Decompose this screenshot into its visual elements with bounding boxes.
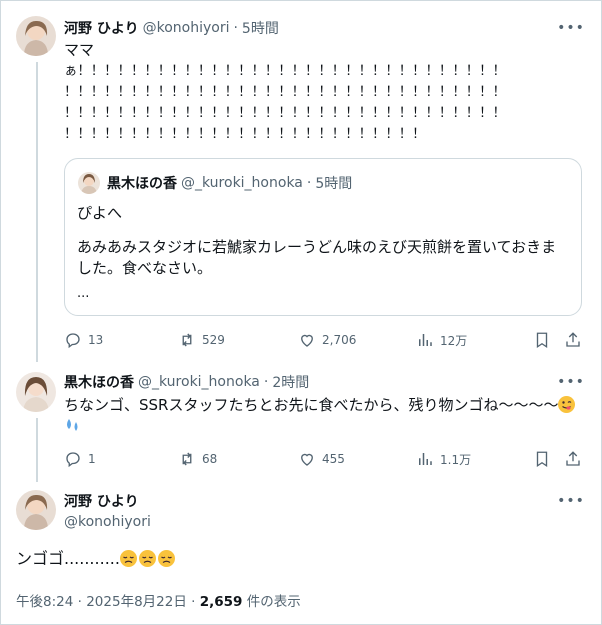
main-tweet-text: ンゴゴ........... [16, 548, 177, 569]
quoted-user-handle: @_kuroki_honoka [181, 175, 303, 191]
tweet-header: 黒木ほの香 @_kuroki_honoka · 2時間 [64, 372, 309, 392]
tweet-text-line: ママ [64, 41, 95, 59]
more-icon[interactable]: ••• [557, 18, 584, 38]
quoted-tweet-card[interactable]: 黒木ほの香 @_kuroki_honoka · 5時間 ぴよへ あみあみスタジオ… [64, 158, 582, 316]
avatar[interactable] [16, 16, 56, 56]
display-name[interactable]: 河野 ひより [64, 491, 139, 511]
tweet-text-bangs-1: ぁ！！！！！！！！！！！！！！！！！！！！！！！！！！！！！！！！ [64, 64, 506, 79]
disappointed-emoji [138, 550, 156, 567]
views-count: 12万 [440, 333, 468, 348]
like-button[interactable]: 2,706 [298, 330, 356, 350]
views-button[interactable]: 1.1万 [416, 449, 471, 469]
reply-count: 13 [88, 333, 104, 347]
tweet-text: ちなンゴ、SSRスタッフたちとお先に食べたから、残り物ンゴね〜〜〜〜 [64, 395, 584, 439]
repost-icon [182, 333, 192, 347]
like-count: 2,706 [322, 333, 357, 347]
repost-icon [182, 452, 192, 466]
main-text-body: ンゴゴ........... [16, 549, 120, 568]
user-handle[interactable]: @konohiyori [64, 514, 151, 530]
like-icon [301, 453, 313, 466]
display-name[interactable]: 河野 ひより [64, 18, 139, 38]
like-button[interactable]: 455 [298, 449, 345, 469]
reply-button[interactable]: 1 [64, 449, 96, 469]
separator-dot: · [77, 594, 87, 610]
quoted-display-name: 黒木ほの香 [107, 176, 177, 192]
quoted-text-line: した。食べなさい。 [77, 259, 213, 277]
timestamp[interactable]: 5時間 [242, 18, 279, 38]
bookmark-icon[interactable] [533, 331, 551, 349]
reply-icon [66, 333, 80, 349]
repost-button[interactable]: 68 [178, 449, 217, 469]
repost-count: 529 [202, 333, 225, 347]
main-author-handle: @konohiyori [60, 512, 151, 532]
timestamp[interactable]: 2時間 [272, 372, 309, 392]
quoted-text-line: ぴよへ [77, 204, 123, 222]
thread-line [36, 62, 38, 362]
tweet-text-body: ちなンゴ、SSRスタッフたちとお先に食べたから、残り物ンゴね〜〜〜〜 [64, 396, 559, 414]
user-handle[interactable]: @_kuroki_honoka [138, 374, 260, 390]
display-name[interactable]: 黒木ほの香 [64, 372, 134, 392]
views-button[interactable]: 12万 [416, 330, 467, 350]
more-icon[interactable]: ••• [557, 491, 584, 511]
reply-count: 1 [88, 452, 96, 466]
tweet-header: 河野 ひより @konohiyori · 5時間 [64, 18, 279, 38]
quoted-header: 黒木ほの香 @_kuroki_honoka · 5時間 [107, 173, 352, 193]
like-icon [301, 334, 313, 347]
post-date[interactable]: 2025年8月22日 [86, 594, 187, 610]
like-count: 455 [322, 452, 345, 466]
disappointed-emoji [119, 550, 137, 567]
thread-line [36, 418, 38, 482]
views-icon [419, 453, 432, 465]
quoted-text-line: あみあみスタジオに若鯱家カレーうどん味のえび天煎餅を置いておきま [77, 238, 557, 256]
sweat-emoji [64, 417, 82, 439]
repost-button[interactable]: 529 [178, 330, 225, 350]
disappointed-emoji [157, 550, 175, 567]
reply-button[interactable]: 13 [64, 330, 103, 350]
yum-emoji [558, 396, 576, 413]
tweet-text-bangs-2: ！！！！！！！！！！！！！！！！！！！！！！！！！！！！！！！！！ [64, 85, 506, 100]
share-icon[interactable] [564, 450, 582, 468]
separator-dot: · [191, 594, 200, 610]
tweet-actions: 1 68 455 1.1万 [64, 449, 584, 469]
quoted-text-more: ... [77, 286, 90, 301]
post-time[interactable]: 午後8:24 [16, 594, 73, 610]
quoted-timestamp: 5時間 [315, 176, 353, 192]
separator-dot: · [306, 175, 312, 191]
separator-dot: · [263, 374, 269, 390]
tweet-text-bangs-5: ！！！！！！！！！！！！！！！！！！！！！！！！！！！ [64, 127, 426, 142]
tweet-meta: 午後8:24 · 2025年8月22日 · 2,659 件の表示 [16, 590, 301, 610]
views-total: 2,659 [199, 594, 243, 610]
tweet-actions: 13 529 2,706 12万 [64, 330, 584, 350]
reply-icon [66, 452, 80, 468]
main-author-name: 河野 ひより [64, 491, 139, 511]
avatar[interactable] [16, 372, 56, 412]
separator-dot: · [233, 20, 238, 36]
quoted-avatar [78, 172, 100, 194]
views-icon [419, 334, 432, 346]
views-count: 1.1万 [440, 452, 472, 467]
share-icon[interactable] [564, 331, 582, 349]
bookmark-icon[interactable] [533, 450, 551, 468]
repost-count: 68 [202, 452, 218, 466]
user-handle[interactable]: @konohiyori [143, 20, 230, 36]
more-icon[interactable]: ••• [557, 372, 584, 392]
views-label: 件の表示 [246, 594, 301, 610]
tweet-text-bangs-3: ！！！！！！！！！！！！！！！！！！！！！！！！！！！！！！！！！ [64, 106, 506, 121]
avatar[interactable] [16, 490, 56, 530]
